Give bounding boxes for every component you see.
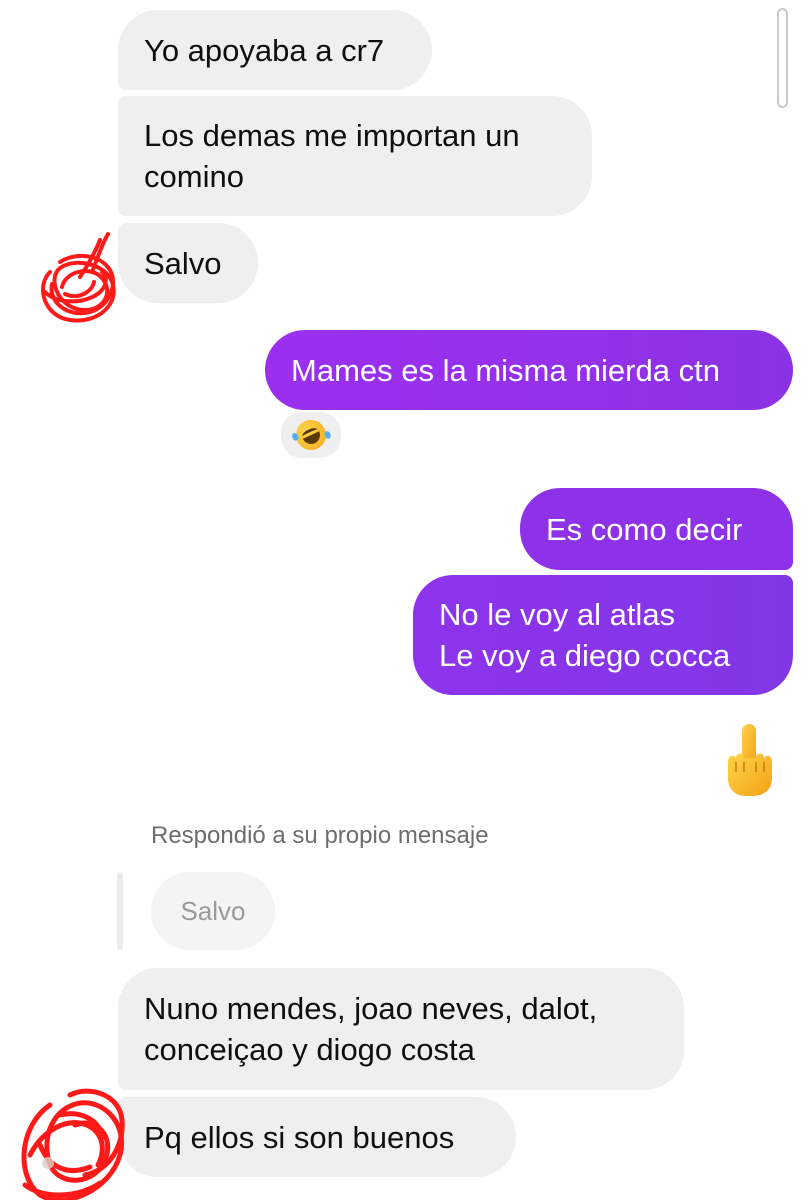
message-bubble-outgoing[interactable]: Mames es la misma mierda ctn: [265, 330, 793, 410]
reply-context-label: Respondió a su propio mensaje: [151, 822, 489, 849]
quoted-message[interactable]: Salvo: [151, 872, 275, 950]
message-bubble-incoming[interactable]: Pq ellos si son buenos: [118, 1097, 516, 1177]
middle-finger-emoji-icon[interactable]: [722, 722, 776, 798]
message-bubble-incoming[interactable]: Salvo: [118, 223, 258, 303]
message-text: Salvo: [144, 245, 222, 281]
reply-quote-bar: [117, 872, 123, 950]
message-text: No le voy al atlas: [439, 597, 676, 632]
message-text: Yo apoyaba a cr7: [144, 32, 385, 68]
message-bubble-incoming[interactable]: Los demas me importan un comino: [118, 96, 592, 216]
message-text: comino: [144, 159, 244, 194]
message-bubble-incoming[interactable]: Nuno mendes, joao neves, dalot, conceiça…: [118, 968, 684, 1090]
message-bubble-outgoing[interactable]: No le voy al atlas Le voy a diego cocca: [413, 575, 793, 695]
avatar-scribbled[interactable]: [30, 232, 126, 328]
message-text: conceiçao y diogo costa: [144, 1032, 475, 1067]
message-text: Es como decir: [546, 511, 743, 547]
message-bubble-outgoing[interactable]: Es como decir: [520, 488, 793, 570]
rolling-on-floor-laughing-icon: [290, 415, 332, 455]
quoted-message-text: Salvo: [180, 895, 246, 926]
message-text: Pq ellos si son buenos: [144, 1119, 455, 1155]
message-bubble-incoming[interactable]: Yo apoyaba a cr7: [118, 10, 432, 90]
message-text: Mames es la misma mierda ctn: [291, 352, 720, 388]
message-text: Los demas me importan un: [144, 118, 520, 153]
message-text: Le voy a diego cocca: [439, 638, 731, 673]
avatar-scribbled[interactable]: [10, 1075, 130, 1200]
message-reaction[interactable]: [279, 410, 343, 460]
scrollbar[interactable]: [777, 8, 788, 108]
message-text: Nuno mendes, joao neves, dalot,: [144, 991, 598, 1026]
